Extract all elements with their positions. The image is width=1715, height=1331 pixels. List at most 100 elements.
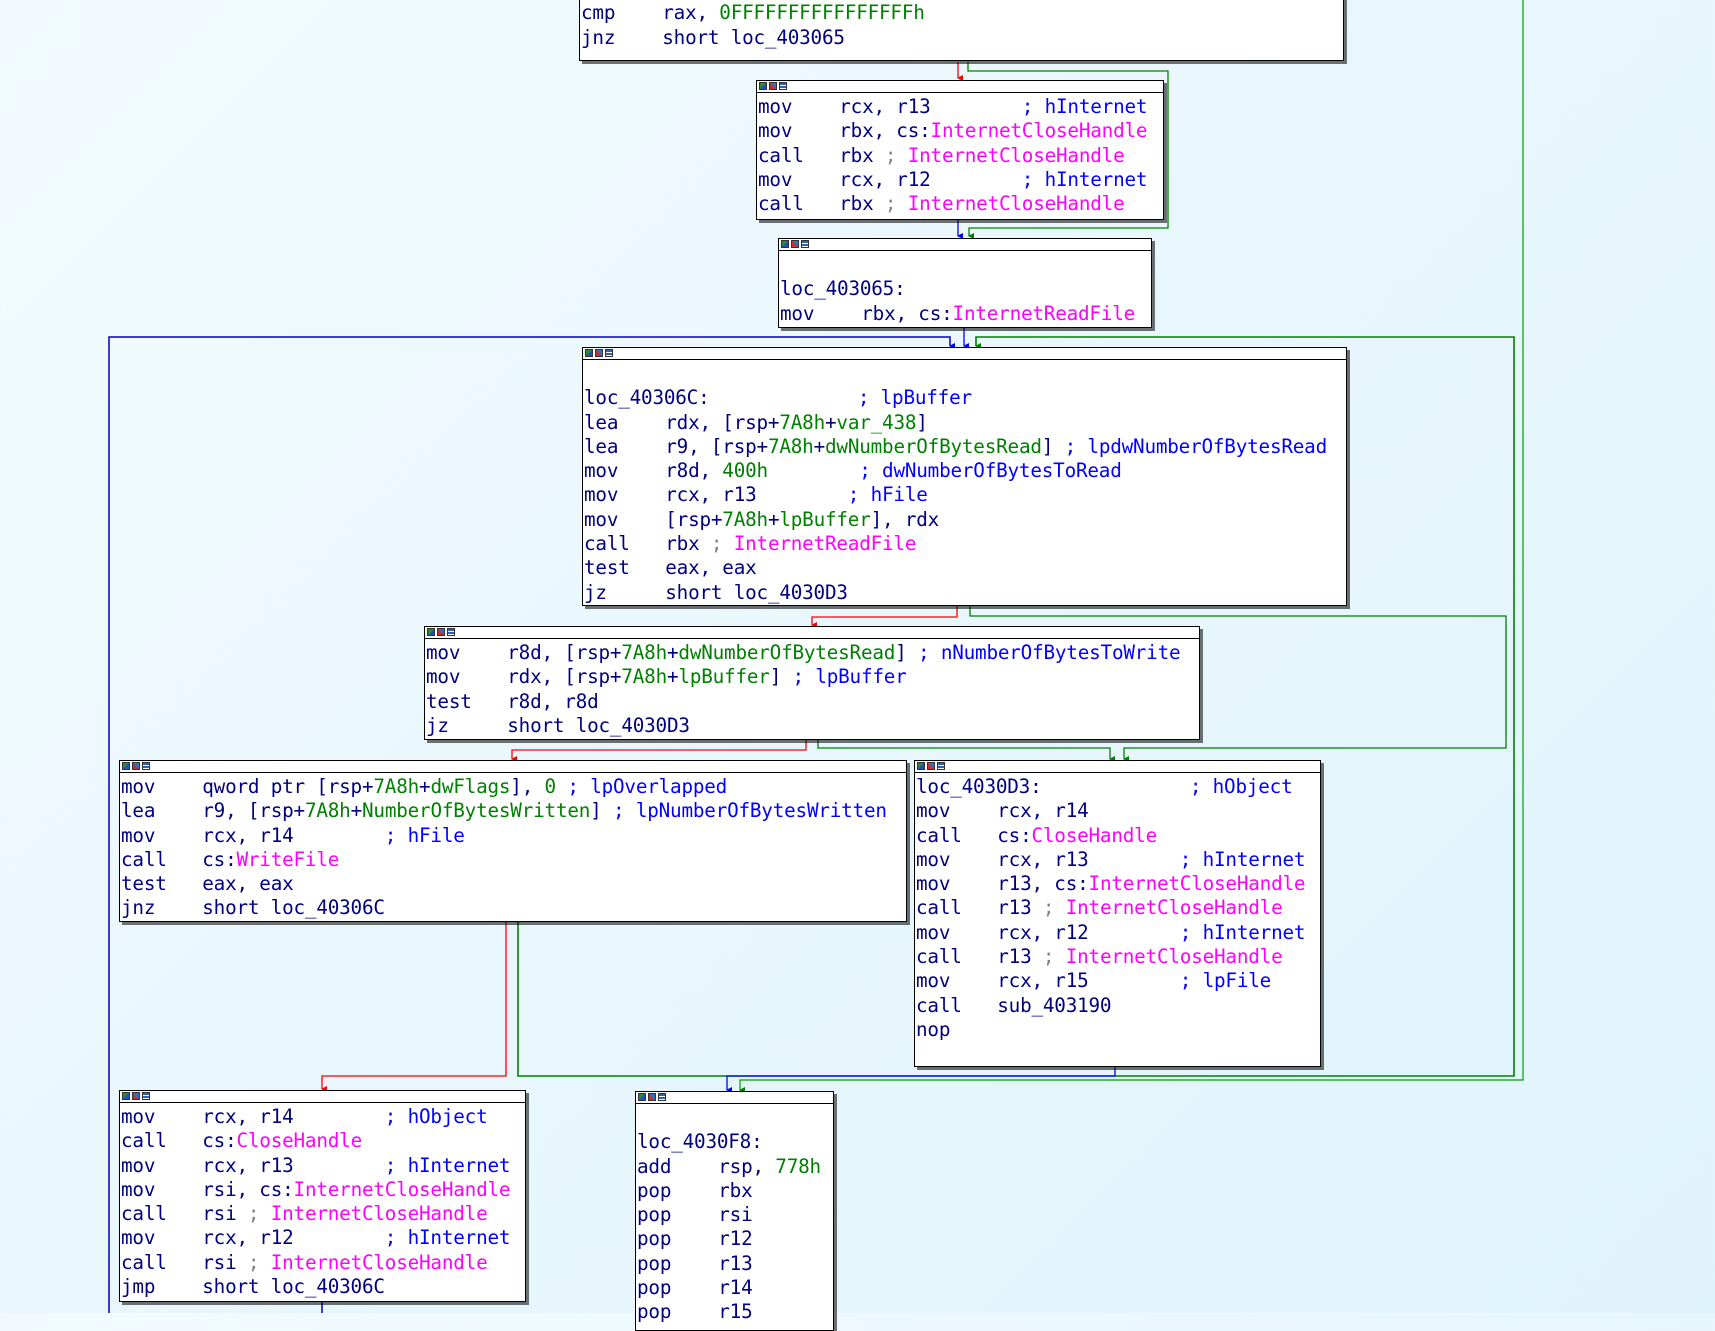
mnemonic[interactable]: mov <box>584 459 665 483</box>
import-name[interactable]: WriteFile <box>236 848 339 871</box>
mnemonic[interactable]: pop <box>637 1179 718 1203</box>
graph-chart-icon[interactable] <box>437 628 445 636</box>
instruction-line[interactable]: mov rcx, r14 ; hObject <box>121 1105 525 1129</box>
mnemonic[interactable]: mov <box>916 848 997 872</box>
graph-chart-icon[interactable] <box>132 762 140 770</box>
mnemonic[interactable]: jmp <box>121 1275 202 1299</box>
graph-text-icon[interactable] <box>605 349 613 357</box>
code-block[interactable]: mov rcx, r13 ; hInternet mov rbx, cs:Intern… <box>756 80 1164 220</box>
instruction-line[interactable]: mov rcx, r14 ; hFile <box>121 824 906 848</box>
mnemonic[interactable]: mov <box>584 483 665 507</box>
mnemonic[interactable]: pop <box>637 1227 718 1251</box>
mnemonic[interactable]: mov <box>121 1154 202 1178</box>
graph-chart-icon[interactable] <box>132 1092 140 1100</box>
instruction-line[interactable]: jnz short loc_40306C <box>121 896 906 920</box>
operand-symbol[interactable]: dwFlags <box>430 775 510 798</box>
mnemonic[interactable]: mov <box>121 1226 202 1250</box>
import-name[interactable]: InternetCloseHandle <box>896 144 1125 167</box>
mnemonic[interactable]: call <box>916 945 997 969</box>
instruction-line[interactable]: call sub_403190 <box>916 994 1320 1018</box>
mnemonic[interactable]: jnz <box>581 26 662 50</box>
mnemonic[interactable]: mov <box>121 1105 202 1129</box>
mnemonic[interactable]: call <box>758 192 839 216</box>
import-name[interactable]: InternetCloseHandle <box>259 1202 488 1225</box>
graph-text-icon[interactable] <box>801 240 809 248</box>
instruction-line[interactable]: lea rdx, [rsp+7A8h+var_438] <box>584 411 1346 435</box>
mnemonic[interactable]: lea <box>584 435 665 459</box>
code-block[interactable]: mov qword ptr [rsp+7A8h+dwFlags], 0 ; lpO… <box>119 760 907 922</box>
operand-symbol[interactable]: 7A8h <box>768 435 814 458</box>
operand-symbol[interactable]: 7A8h <box>373 775 419 798</box>
code-block[interactable]: mov r8d, [rsp+7A8h+dwNumberOfBytesRead] ;… <box>424 626 1200 740</box>
import-name[interactable]: InternetCloseHandle <box>294 1178 511 1201</box>
import-name[interactable]: InternetCloseHandle <box>896 192 1125 215</box>
operand-symbol[interactable]: lpBuffer <box>678 665 769 688</box>
operand-symbol[interactable]: dwNumberOfBytesRead <box>678 641 895 664</box>
graph-text-icon[interactable] <box>937 762 945 770</box>
operand-symbol[interactable]: dwNumberOfBytesRead <box>825 435 1042 458</box>
instruction-line[interactable]: call cs:CloseHandle <box>121 1129 525 1153</box>
code-block[interactable]: loc_4030D3: ; hObject mov rcx, r14 call cs:C… <box>914 760 1321 1067</box>
code-label[interactable]: loc_4030D3: <box>916 775 1190 798</box>
mnemonic[interactable]: pop <box>637 1276 718 1300</box>
operand-symbol[interactable]: 7A8h <box>621 641 667 664</box>
instruction-line[interactable]: call rsi ; InternetCloseHandle <box>121 1202 525 1226</box>
graph-chart-icon[interactable] <box>595 349 603 357</box>
code-label[interactable]: loc_403065: <box>780 277 906 300</box>
graph-color-icon[interactable] <box>781 240 789 248</box>
mnemonic[interactable]: call <box>121 1251 202 1275</box>
graph-chart-icon[interactable] <box>927 762 935 770</box>
mnemonic[interactable]: mov <box>780 302 861 326</box>
instruction-line[interactable]: mov r8d, [rsp+7A8h+dwNumberOfBytesRead] ;… <box>426 641 1199 665</box>
mnemonic[interactable]: lea <box>121 799 202 823</box>
mnemonic[interactable]: call <box>916 896 997 920</box>
mnemonic[interactable]: mov <box>426 665 507 689</box>
import-name[interactable]: InternetReadFile <box>953 302 1136 325</box>
mnemonic[interactable]: mov <box>426 641 507 665</box>
mnemonic[interactable]: call <box>121 1129 202 1153</box>
mnemonic[interactable]: mov <box>758 168 839 192</box>
instruction-line[interactable]: pop r12 <box>637 1227 833 1251</box>
graph-text-icon[interactable] <box>658 1093 666 1101</box>
instruction-line[interactable]: test r8d, r8d <box>426 690 1199 714</box>
graph-color-icon[interactable] <box>585 349 593 357</box>
instruction-line[interactable]: pop r13 <box>637 1252 833 1276</box>
instruction-line[interactable]: mov rcx, r13 ; hInternet <box>758 95 1163 119</box>
graph-chart-icon[interactable] <box>648 1093 656 1101</box>
graph-color-icon[interactable] <box>638 1093 646 1101</box>
mnemonic[interactable]: call <box>758 144 839 168</box>
mnemonic[interactable]: add <box>637 1155 718 1179</box>
mnemonic[interactable]: test <box>426 690 507 714</box>
instruction-line[interactable]: mov qword ptr [rsp+7A8h+dwFlags], 0 ; lpO… <box>121 775 906 799</box>
instruction-line[interactable]: mov rsi, cs:InternetCloseHandle <box>121 1178 525 1202</box>
code-label[interactable]: loc_4030F8: <box>637 1130 763 1153</box>
instruction-line[interactable]: call rsi ; InternetCloseHandle <box>121 1251 525 1275</box>
instruction-line[interactable]: jz short loc_4030D3 <box>584 581 1346 605</box>
instruction-line[interactable]: jz short loc_4030D3 <box>426 714 1199 738</box>
instruction-line[interactable]: test eax, eax <box>584 556 1346 580</box>
mnemonic[interactable]: mov <box>758 95 839 119</box>
instruction-line[interactable]: mov rbx, cs:InternetCloseHandle <box>758 119 1163 143</box>
code-label[interactable]: loc_40306C: <box>584 386 858 409</box>
mnemonic[interactable]: jnz <box>121 896 202 920</box>
import-name[interactable]: InternetCloseHandle <box>1054 945 1283 968</box>
mnemonic[interactable]: pop <box>637 1203 718 1227</box>
instruction-line[interactable]: mov rcx, r13 ; hFile <box>584 483 1346 507</box>
operand-symbol[interactable]: 0 <box>545 775 557 798</box>
mnemonic[interactable]: mov <box>758 119 839 143</box>
instruction-line[interactable]: jmp short loc_40306C <box>121 1275 525 1299</box>
graph-chart-icon[interactable] <box>769 82 777 90</box>
mnemonic[interactable]: mov <box>121 824 202 848</box>
instruction-line[interactable]: mov rcx, r15 ; lpFile <box>916 969 1320 993</box>
code-label-line[interactable]: loc_40306C: ; lpBuffer <box>584 386 1346 410</box>
graph-color-icon[interactable] <box>122 762 130 770</box>
graph-chart-icon[interactable] <box>791 240 799 248</box>
code-label-line[interactable]: loc_4030F8: <box>637 1130 833 1154</box>
graph-text-icon[interactable] <box>142 1092 150 1100</box>
graph-text-icon[interactable] <box>142 762 150 770</box>
graph-color-icon[interactable] <box>917 762 925 770</box>
graph-color-icon[interactable] <box>122 1092 130 1100</box>
operand-symbol[interactable]: 7A8h <box>779 411 825 434</box>
instruction-line[interactable]: mov r13, cs:InternetCloseHandle <box>916 872 1320 896</box>
operand-symbol[interactable]: 400h <box>722 459 768 482</box>
